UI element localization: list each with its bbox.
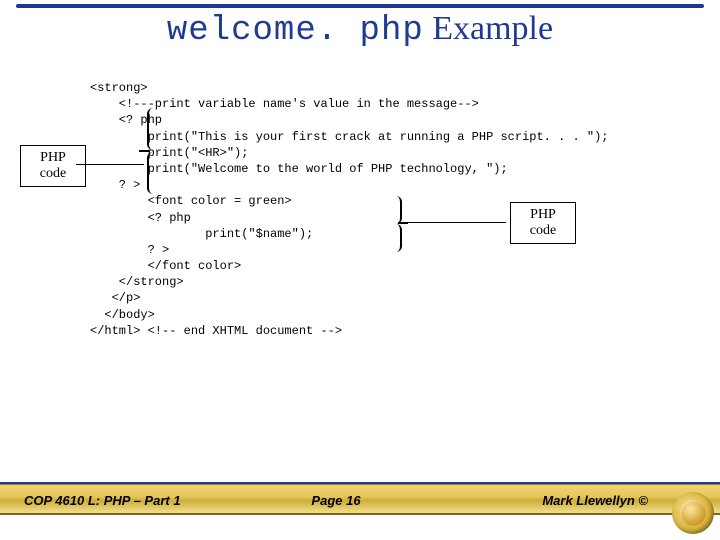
code-line: print("$name"); — [90, 227, 313, 241]
brace-right-top — [392, 196, 402, 224]
brace-left-top — [147, 108, 157, 150]
brace-right-bot — [392, 224, 402, 252]
code-line: <font color = green> — [90, 194, 292, 208]
title-rule — [16, 4, 704, 8]
title-mono: welcome. php — [167, 12, 424, 50]
slide-footer: COP 4610 L: PHP – Part 1 Page 16 Mark Ll… — [0, 482, 720, 540]
code-line: </body> — [90, 308, 155, 322]
footer-course: COP 4610 L: PHP – Part 1 — [24, 493, 232, 508]
code-line: print("<HR>"); — [90, 146, 248, 160]
title-suffix: Example — [424, 10, 553, 47]
code-line: ? > — [90, 178, 140, 192]
code-line: </strong> — [90, 275, 184, 289]
slide: welcome. php Example <strong> <!---print… — [0, 0, 720, 540]
callout-php-code-right: PHP code — [510, 202, 576, 244]
code-line: <? php — [90, 211, 191, 225]
footer-author: Mark Llewellyn © — [440, 493, 696, 508]
code-line: </p> — [90, 291, 140, 305]
footer-textbar: COP 4610 L: PHP – Part 1 Page 16 Mark Ll… — [0, 478, 720, 512]
ucf-logo-icon — [672, 492, 714, 534]
slide-title: welcome. php Example — [0, 10, 720, 50]
code-line: print("This is your first crack at runni… — [90, 130, 608, 144]
brace-left-bot — [147, 152, 157, 194]
callout-left-text: PHP code — [40, 150, 66, 181]
code-line: </html> <!-- end XHTML document --> — [90, 324, 342, 338]
connector-right — [406, 222, 506, 223]
code-line: ? > — [90, 243, 169, 257]
connector-left — [76, 164, 144, 165]
footer-page: Page 16 — [232, 493, 440, 508]
code-line: <strong> — [90, 81, 148, 95]
callout-php-code-left: PHP code — [20, 145, 86, 187]
code-line: </font color> — [90, 259, 241, 273]
callout-right-text: PHP code — [530, 207, 556, 238]
